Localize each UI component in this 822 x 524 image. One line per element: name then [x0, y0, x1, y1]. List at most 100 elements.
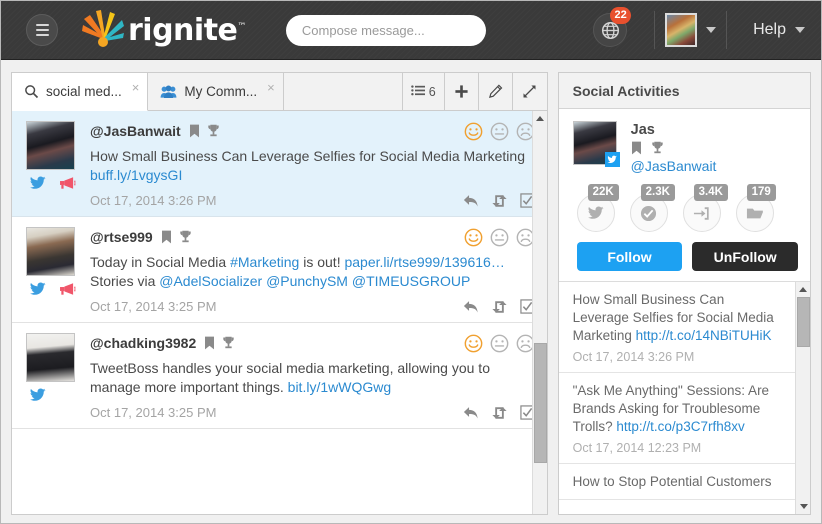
inline-link[interactable]: http://t.co/14NBiTUHiK [636, 328, 772, 343]
following-stat[interactable]: 2.3K [629, 184, 676, 232]
scroll-down-arrow-icon[interactable] [796, 499, 810, 514]
activity-scrollbar[interactable] [795, 282, 810, 514]
post-actions [463, 405, 535, 420]
unfollow-button[interactable]: UnFollow [692, 242, 799, 271]
activity-item[interactable]: How to Stop Potential Customers [558, 464, 810, 500]
megaphone-icon [60, 283, 76, 295]
hamburger-icon[interactable] [26, 14, 58, 46]
tab-close-icon[interactable]: × [267, 80, 275, 95]
lists-stat[interactable]: 179 [735, 184, 782, 232]
expand-button[interactable] [512, 73, 547, 110]
activity-item[interactable]: "Ask Me Anything" Sessions: Are Brands A… [558, 373, 810, 464]
neutral-face-icon[interactable] [490, 122, 509, 141]
activity-list: How Small Business Can Leverage Selfies … [558, 281, 810, 514]
post-network-icons [26, 388, 46, 402]
stat-value: 2.3K [640, 184, 675, 201]
trophy-icon[interactable] [222, 336, 235, 350]
retweet-icon[interactable] [491, 300, 508, 314]
notifications-globe-button[interactable]: 22 [590, 7, 632, 50]
avatar[interactable] [26, 121, 75, 170]
post-item[interactable]: @rtse999 Today in Social Media #Marketin… [12, 217, 547, 323]
top-navbar: rignite™ 22 Help [1, 1, 821, 60]
neutral-face-icon[interactable] [490, 228, 509, 247]
inline-link[interactable]: @AdelSocializer [159, 273, 262, 289]
profile-info: Jas @JasBanwait [631, 121, 717, 174]
inline-link[interactable]: paper.li/rtse999/139616… [344, 254, 504, 270]
post-actions [463, 193, 535, 208]
reply-icon[interactable] [463, 406, 479, 420]
inline-link[interactable]: http://t.co/p3C7rfh8xv [616, 419, 744, 434]
list-count-button[interactable]: 6 [402, 73, 445, 110]
inline-link[interactable]: bit.ly/1wWQGwg [288, 379, 391, 395]
inline-link[interactable]: #Marketing [230, 254, 299, 270]
post-item[interactable]: @chadking3982 TweetBoss handles your soc… [12, 323, 547, 429]
scroll-up-arrow-icon[interactable] [796, 282, 810, 297]
stream-tabbar: social med... × My Comm... × 6 [12, 73, 547, 111]
reply-icon[interactable] [463, 300, 479, 314]
navbar-divider-1 [654, 11, 656, 49]
tab-social-media-search[interactable]: social med... × [12, 73, 149, 111]
post-header: @chadking3982 [90, 333, 535, 353]
post-list: @JasBanwait How Small Business Can Lever… [12, 111, 547, 514]
avatar[interactable] [26, 333, 75, 382]
happy-face-icon[interactable] [464, 122, 483, 141]
retweet-icon[interactable] [491, 406, 508, 420]
bookmark-icon[interactable] [204, 336, 215, 350]
tab-close-icon[interactable]: × [132, 80, 140, 95]
compose-input[interactable] [285, 14, 486, 46]
navbar-divider-2 [726, 11, 728, 49]
stream-scrollbar[interactable] [531, 111, 547, 514]
trophy-icon[interactable] [651, 141, 664, 155]
edit-button[interactable] [478, 73, 513, 110]
scroll-up-arrow-icon[interactable] [533, 111, 547, 126]
post-timestamp: Oct 17, 2014 3:25 PM [90, 405, 217, 420]
retweet-icon[interactable] [491, 194, 508, 208]
user-menu-chevron-down-icon[interactable] [706, 27, 717, 33]
search-icon [25, 85, 39, 99]
brand-name: rignite™ [128, 12, 246, 48]
happy-face-icon[interactable] [464, 334, 483, 353]
happy-face-icon[interactable] [464, 228, 483, 247]
tab-label: social med... [46, 84, 122, 99]
bookmark-icon[interactable] [161, 230, 172, 244]
user-avatar[interactable] [665, 13, 698, 47]
stream-scrollbar-thumb[interactable] [533, 343, 547, 463]
post-footer: Oct 17, 2014 3:25 PM [90, 299, 535, 314]
add-button[interactable] [444, 73, 479, 110]
inline-link[interactable]: buff.ly/1vgysGI [90, 167, 182, 183]
follow-button[interactable]: Follow [576, 242, 683, 271]
post-handle[interactable]: @JasBanwait [90, 123, 181, 139]
post-item[interactable]: @JasBanwait How Small Business Can Lever… [12, 111, 547, 217]
post-text: TweetBoss handles your social media mark… [90, 360, 490, 395]
post-timestamp: Oct 17, 2014 3:25 PM [90, 299, 217, 314]
profile-handle[interactable]: @JasBanwait [631, 158, 717, 174]
help-chevron-down-icon[interactable] [795, 27, 805, 33]
post-handle[interactable]: @rtse999 [90, 229, 153, 245]
bookmark-icon[interactable] [189, 124, 200, 138]
trophy-icon[interactable] [207, 124, 220, 138]
post-footer: Oct 17, 2014 3:25 PM [90, 405, 535, 420]
tab-my-community[interactable]: My Comm... × [148, 73, 284, 110]
neutral-face-icon[interactable] [490, 334, 509, 353]
post-text: How Small Business Can Leverage Selfies … [90, 148, 525, 183]
bookmark-icon[interactable] [631, 141, 642, 155]
navbar-right-group: 22 Help [590, 1, 821, 59]
activity-scrollbar-thumb[interactable] [797, 297, 810, 347]
notification-count-badge: 22 [610, 7, 632, 24]
reply-icon[interactable] [463, 194, 479, 208]
post-handle[interactable]: @chadking3982 [90, 335, 196, 351]
trophy-icon[interactable] [179, 230, 192, 244]
activity-item[interactable]: How Small Business Can Leverage Selfies … [558, 282, 810, 373]
inline-link[interactable]: @TIMEUSGROUP [352, 273, 470, 289]
help-menu-label[interactable]: Help [753, 21, 786, 39]
followers-stat[interactable]: 3.4K [682, 184, 729, 232]
stat-value: 22K [587, 184, 619, 201]
people-icon [160, 84, 177, 98]
expand-arrows-icon [523, 85, 536, 98]
list-icon [410, 85, 425, 96]
avatar[interactable] [26, 227, 75, 276]
starburst-icon [82, 10, 124, 47]
inline-link[interactable]: @PunchySM [266, 273, 348, 289]
tweets-stat[interactable]: 22K [576, 184, 623, 232]
rignite-logo[interactable]: rignite™ [80, 8, 246, 52]
